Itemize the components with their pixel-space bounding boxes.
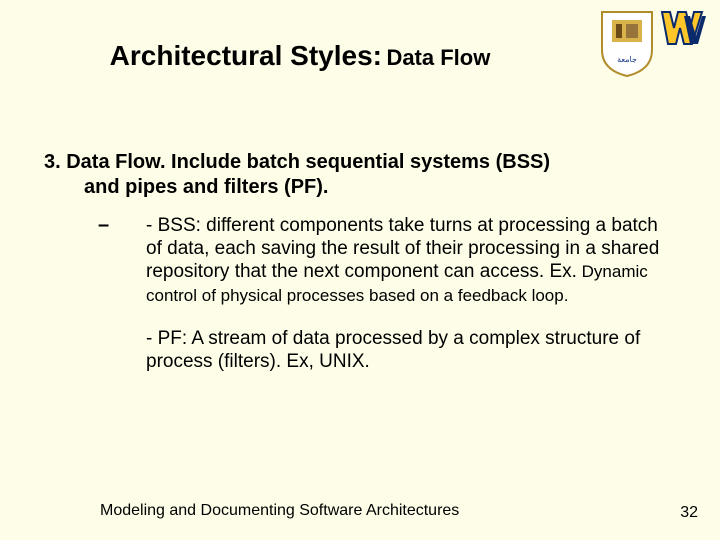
title-main: Architectural Styles:: [110, 40, 382, 71]
bullet-dash: –: [98, 214, 109, 237]
title-sub: Data Flow: [386, 45, 490, 70]
wv-logo: [660, 8, 708, 48]
bss-paragraph: - BSS: different components take turns a…: [146, 214, 676, 307]
numbered-point: 3. Data Flow. Include batch sequential s…: [44, 150, 676, 200]
page-number: 32: [680, 504, 698, 522]
sub-content: - BSS: different components take turns a…: [98, 214, 676, 373]
body-content: 3. Data Flow. Include batch sequential s…: [44, 150, 676, 373]
numbered-line2: and pipes and filters (PF).: [44, 175, 676, 200]
slide: جامعة Architectural Styles: Data Flow 3.…: [0, 0, 720, 540]
slide-title: Architectural Styles: Data Flow: [0, 40, 600, 72]
logo-group: جامعة: [598, 10, 708, 78]
pf-paragraph: - PF: A stream of data processed by a co…: [146, 327, 676, 373]
university-seal-logo: جامعة: [598, 10, 656, 78]
svg-text:جامعة: جامعة: [617, 55, 637, 64]
sub-bullet: – - BSS: different components take turns…: [44, 214, 676, 373]
numbered-line1: 3. Data Flow. Include batch sequential s…: [44, 151, 550, 173]
footer-text: Modeling and Documenting Software Archit…: [100, 502, 459, 520]
